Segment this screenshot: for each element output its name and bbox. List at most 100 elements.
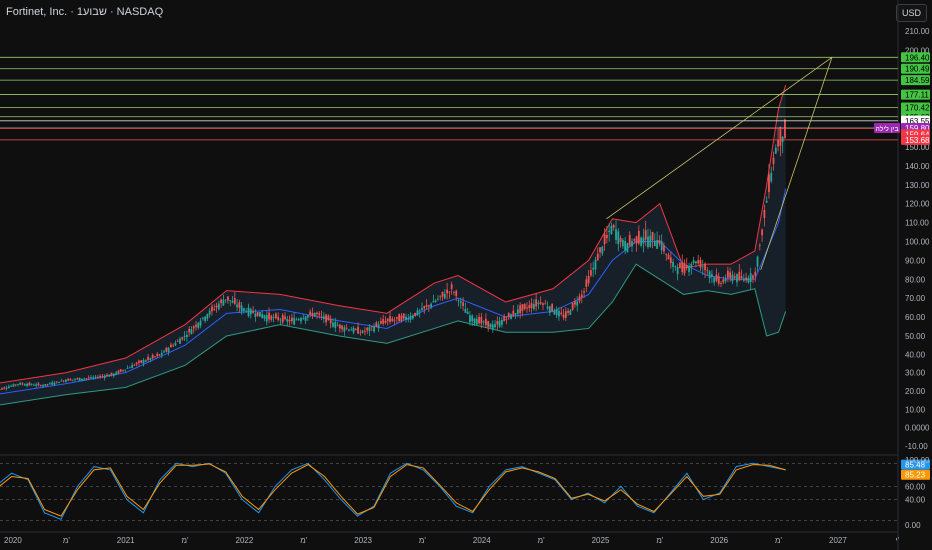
- candle-body: [485, 318, 487, 326]
- candle-body: [443, 293, 446, 299]
- candle-body: [564, 311, 567, 318]
- candle-body: [733, 276, 736, 278]
- candle-body: [350, 329, 353, 331]
- candle-body: [621, 239, 624, 247]
- candle-body: [288, 319, 291, 322]
- candle-body: [510, 314, 512, 320]
- candle-body: [539, 302, 542, 304]
- time-axis-tick: מ': [656, 536, 664, 545]
- price-tag-label: 177.11: [905, 91, 929, 100]
- candle-body: [580, 294, 583, 298]
- candle-body: [596, 253, 599, 261]
- candle-body: [774, 147, 777, 154]
- candle-body: [690, 263, 693, 268]
- candle-body: [459, 301, 462, 303]
- stoch-tag-label: 85.23: [905, 471, 926, 480]
- candle-body: [528, 305, 531, 309]
- candle-body: [311, 312, 314, 316]
- candle-body: [1, 388, 3, 390]
- candle-body: [176, 340, 179, 342]
- candle-body: [765, 200, 768, 203]
- candle-body: [466, 311, 469, 314]
- candle-body: [201, 317, 204, 319]
- candle-body: [167, 348, 170, 352]
- candle-body: [685, 265, 688, 268]
- candle-body: [437, 298, 439, 300]
- candle-body: [256, 312, 259, 316]
- candle-body: [188, 328, 191, 333]
- candle-body: [290, 317, 293, 322]
- price-chart[interactable]: 210.00200.00150.00140.00130.00120.00110.…: [0, 0, 932, 550]
- candle-body: [37, 383, 40, 386]
- candle-body: [738, 271, 741, 281]
- candle-body: [140, 360, 143, 363]
- candle-body: [781, 136, 784, 142]
- candle-body: [85, 378, 88, 380]
- candle-body: [475, 318, 478, 325]
- candle-body: [439, 295, 442, 297]
- candle-body: [361, 330, 364, 333]
- candle-body: [770, 172, 773, 182]
- candle-body: [265, 314, 268, 322]
- candle-body: [416, 310, 419, 316]
- time-axis-tick: 2022: [236, 536, 254, 545]
- candle-body: [359, 332, 362, 334]
- candle-body: [695, 261, 697, 264]
- candle-body: [35, 384, 38, 386]
- candle-body: [128, 367, 131, 369]
- candle-body: [297, 319, 300, 321]
- time-axis-tick: 2026: [710, 536, 728, 545]
- candle-body: [142, 360, 145, 364]
- candle-body: [672, 261, 674, 267]
- candle-body: [332, 322, 334, 327]
- candle-body: [752, 275, 754, 279]
- candle-body: [204, 316, 207, 322]
- candle-body: [590, 270, 592, 276]
- candle-body: [55, 381, 58, 383]
- candle-body: [309, 311, 312, 315]
- candle-body: [749, 273, 752, 283]
- candle-body: [71, 379, 74, 381]
- candle-body: [62, 380, 65, 382]
- candle-body: [585, 279, 588, 287]
- candle-body: [619, 237, 622, 243]
- candle-body: [300, 318, 302, 322]
- candle-body: [30, 384, 33, 385]
- time-axis-tick: 2020: [4, 536, 22, 545]
- candle-body: [115, 372, 118, 375]
- candle-body: [494, 324, 496, 328]
- candle-body: [243, 308, 245, 311]
- candle-body: [717, 276, 720, 284]
- candle-body: [441, 291, 444, 297]
- candle-body: [699, 259, 702, 268]
- candle-body: [653, 240, 656, 246]
- time-axis-tick: מ': [419, 536, 427, 545]
- candle-body: [647, 236, 649, 248]
- time-axis-tick: 2021: [117, 536, 135, 545]
- candle-body: [261, 314, 264, 319]
- candle-body: [197, 322, 200, 329]
- stoch-axis-tick: 0.00: [905, 521, 921, 530]
- candle-body: [635, 236, 638, 244]
- candle-body: [592, 267, 595, 270]
- candle-body: [263, 315, 266, 319]
- candle-body: [455, 290, 458, 297]
- candle-body: [348, 329, 350, 331]
- candle-body: [637, 231, 640, 244]
- candle-body: [338, 324, 341, 329]
- candle-body: [667, 254, 670, 260]
- candle-body: [722, 279, 725, 283]
- candle-body: [92, 377, 95, 379]
- candle-body: [434, 300, 437, 302]
- candle-body: [603, 234, 606, 245]
- time-axis-tick: י': [895, 536, 899, 545]
- candle-body: [562, 314, 565, 318]
- candle-body: [368, 327, 371, 332]
- price-tag-184.59: 184.59: [901, 75, 930, 86]
- candle-body: [537, 302, 540, 305]
- candle-body: [726, 270, 729, 278]
- candle-body: [327, 315, 330, 321]
- time-axis-tick: מ': [63, 536, 71, 545]
- candle-body: [574, 301, 576, 305]
- candle-body: [649, 235, 652, 247]
